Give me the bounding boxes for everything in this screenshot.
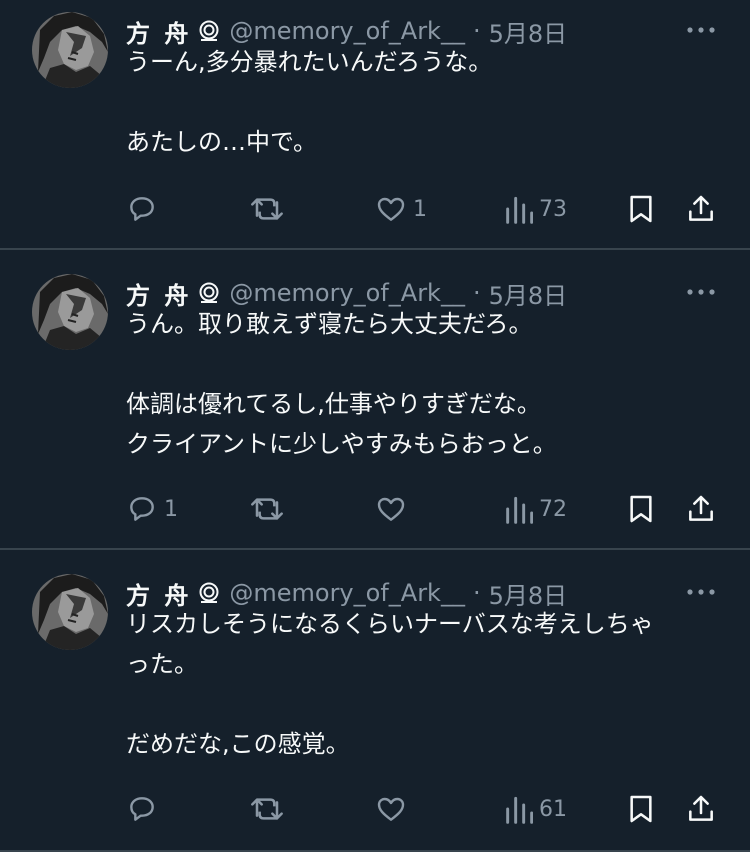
more-options-button[interactable] (686, 20, 716, 40)
tweet[interactable]: 方 舟 @memory_of_Ark__ · 5月8日 リスカしそうになるくらい… (0, 562, 750, 850)
profile-badge-icon (197, 281, 221, 305)
bookmark-button[interactable] (626, 789, 656, 829)
retweet-button[interactable] (249, 789, 291, 829)
separator-dot: · (472, 279, 481, 307)
tweet-line: あたしの…中で。 (126, 128, 318, 156)
view-count: 73 (539, 196, 567, 222)
like-button[interactable] (375, 789, 413, 829)
tweet[interactable]: 方 舟 @memory_of_Ark__ · 5月8日 うん。取り敢えず寝たら大… (0, 262, 750, 548)
user-handle[interactable]: @memory_of_Ark__ (229, 17, 465, 45)
like-button[interactable] (375, 489, 413, 529)
analytics-icon (506, 196, 533, 224)
tweet-line: 体調は優れてるし,仕事やりすぎだな。 (126, 390, 541, 418)
separator-dot: · (472, 579, 481, 607)
reply-icon (130, 197, 154, 221)
tweet-text: うん。取り敢えず寝たら大丈夫だろ。 体調は優れてるし,仕事やりすぎだな。 クライ… (126, 304, 716, 464)
reply-icon (130, 797, 154, 821)
tweet-line: だめだな,この感覚。 (126, 730, 350, 758)
avatar[interactable] (32, 12, 108, 88)
tweet-line (126, 82, 716, 122)
user-handle[interactable]: @memory_of_Ark__ (229, 279, 465, 307)
tweet-text: リスカしそうになるくらいナーバスな考えしちゃ った。 だめだな,この感覚。 (126, 604, 716, 764)
separator-dot: · (472, 17, 481, 45)
views-button[interactable]: 72 (505, 489, 567, 529)
bookmark-icon (630, 495, 652, 523)
heart-icon (377, 497, 405, 521)
view-count: 61 (539, 796, 567, 822)
bookmark-button[interactable] (626, 189, 656, 229)
profile-badge-icon (197, 19, 221, 43)
reply-button[interactable]: 1 (126, 489, 178, 529)
avatar[interactable] (32, 574, 108, 650)
tweet-line: リスカしそうになるくらいナーバスな考えしちゃ (126, 610, 654, 638)
tweet-line: クライアントに少しやすみもらおっと。 (126, 430, 557, 458)
tweet-line: うん。取り敢えず寝たら大丈夫だろ。 (126, 310, 533, 338)
tweet[interactable]: 方 舟 @memory_of_Ark__ · 5月8日 うーん,多分暴れたいんだ… (0, 0, 750, 248)
avatar[interactable] (32, 274, 108, 350)
tweet-divider (0, 548, 750, 550)
view-count: 72 (539, 496, 567, 522)
share-button[interactable] (685, 789, 717, 829)
bookmark-icon (630, 195, 652, 223)
reply-icon (130, 497, 154, 521)
tweet-text: うーん,多分暴れたいんだろうな。 あたしの…中で。 (126, 42, 716, 162)
reply-count: 1 (164, 496, 178, 522)
tweet-line (126, 684, 716, 724)
share-button[interactable] (685, 489, 717, 529)
retweet-button[interactable] (249, 189, 291, 229)
bookmark-icon (630, 795, 652, 823)
like-count: 1 (413, 196, 427, 222)
heart-icon (377, 197, 405, 221)
share-button[interactable] (685, 189, 717, 229)
reply-button[interactable] (126, 189, 164, 229)
timeline-feed: 方 舟 @memory_of_Ark__ · 5月8日 うーん,多分暴れたいんだ… (0, 0, 750, 852)
views-button[interactable]: 61 (505, 789, 567, 829)
tweet-actions: 1 72 (0, 489, 750, 529)
retweet-icon (251, 798, 283, 820)
user-handle[interactable]: @memory_of_Ark__ (229, 579, 465, 607)
tweet-line: った。 (126, 650, 198, 678)
share-icon (689, 495, 713, 521)
bookmark-button[interactable] (626, 489, 656, 529)
tweet-actions: 1 73 (0, 189, 750, 229)
tweet-line: うーん,多分暴れたいんだろうな。 (126, 48, 493, 76)
analytics-icon (506, 796, 533, 824)
retweet-icon (251, 198, 283, 220)
tweet-line (126, 344, 716, 384)
like-button[interactable]: 1 (375, 189, 427, 229)
more-options-button[interactable] (686, 582, 716, 602)
more-options-button[interactable] (686, 282, 716, 302)
analytics-icon (506, 496, 533, 524)
share-icon (689, 195, 713, 221)
views-button[interactable]: 73 (505, 189, 567, 229)
heart-icon (377, 797, 405, 821)
retweet-button[interactable] (249, 489, 291, 529)
retweet-icon (251, 498, 283, 520)
tweet-divider (0, 248, 750, 250)
profile-badge-icon (197, 581, 221, 605)
share-icon (689, 795, 713, 821)
reply-button[interactable] (126, 789, 164, 829)
tweet-actions: 61 (0, 789, 750, 829)
